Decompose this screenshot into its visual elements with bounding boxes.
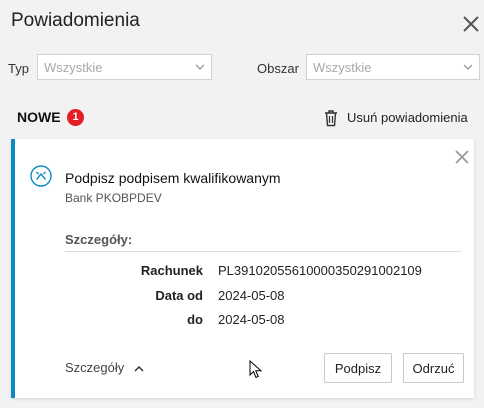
close-icon[interactable] — [453, 148, 471, 166]
new-count-badge: 1 — [67, 109, 84, 126]
details-divider — [65, 251, 461, 252]
date-from-label: Data od — [155, 288, 203, 303]
area-filter-select[interactable]: Wszystkie — [306, 54, 480, 80]
mouse-pointer-icon — [249, 360, 263, 379]
date-from-value: 2024-05-08 — [218, 288, 285, 303]
date-to-label: do — [187, 312, 203, 327]
reject-button[interactable]: Odrzuć — [403, 353, 464, 383]
chevron-up-icon — [134, 366, 144, 372]
notification-source: Bank PKOBPDEV — [65, 191, 162, 205]
details-toggle[interactable]: Szczegóły — [65, 360, 144, 375]
notification-title: Podpisz podpisem kwalifikowanym — [65, 170, 281, 186]
type-filter-label: Typ — [8, 61, 29, 76]
sign-button[interactable]: Podpisz — [324, 353, 392, 383]
area-filter-value: Wszystkie — [313, 60, 372, 75]
notification-card: Podpisz podpisem kwalifikowanym Bank PKO… — [11, 139, 474, 398]
panel-title: Powiadomienia — [11, 10, 140, 31]
chevron-down-icon — [195, 64, 205, 70]
panel-header: Powiadomienia — [0, 0, 484, 46]
account-value: PL39102055610000350291002109 — [218, 263, 422, 278]
account-label: Rachunek — [140, 263, 203, 278]
type-filter-value: Wszystkie — [44, 60, 103, 75]
date-to-value: 2024-05-08 — [218, 312, 285, 327]
trash-icon — [325, 110, 337, 127]
area-filter-label: Obszar — [257, 61, 299, 76]
signature-icon — [30, 165, 52, 187]
type-filter-select[interactable]: Wszystkie — [37, 54, 212, 80]
close-icon[interactable] — [460, 13, 482, 35]
remove-notifications-label: Usuń powiadomienia — [347, 110, 468, 125]
details-heading: Szczegóły: — [65, 232, 133, 247]
chevron-down-icon — [463, 64, 473, 70]
details-toggle-label: Szczegóły — [65, 360, 125, 375]
section-new-label: NOWE — [17, 109, 61, 125]
